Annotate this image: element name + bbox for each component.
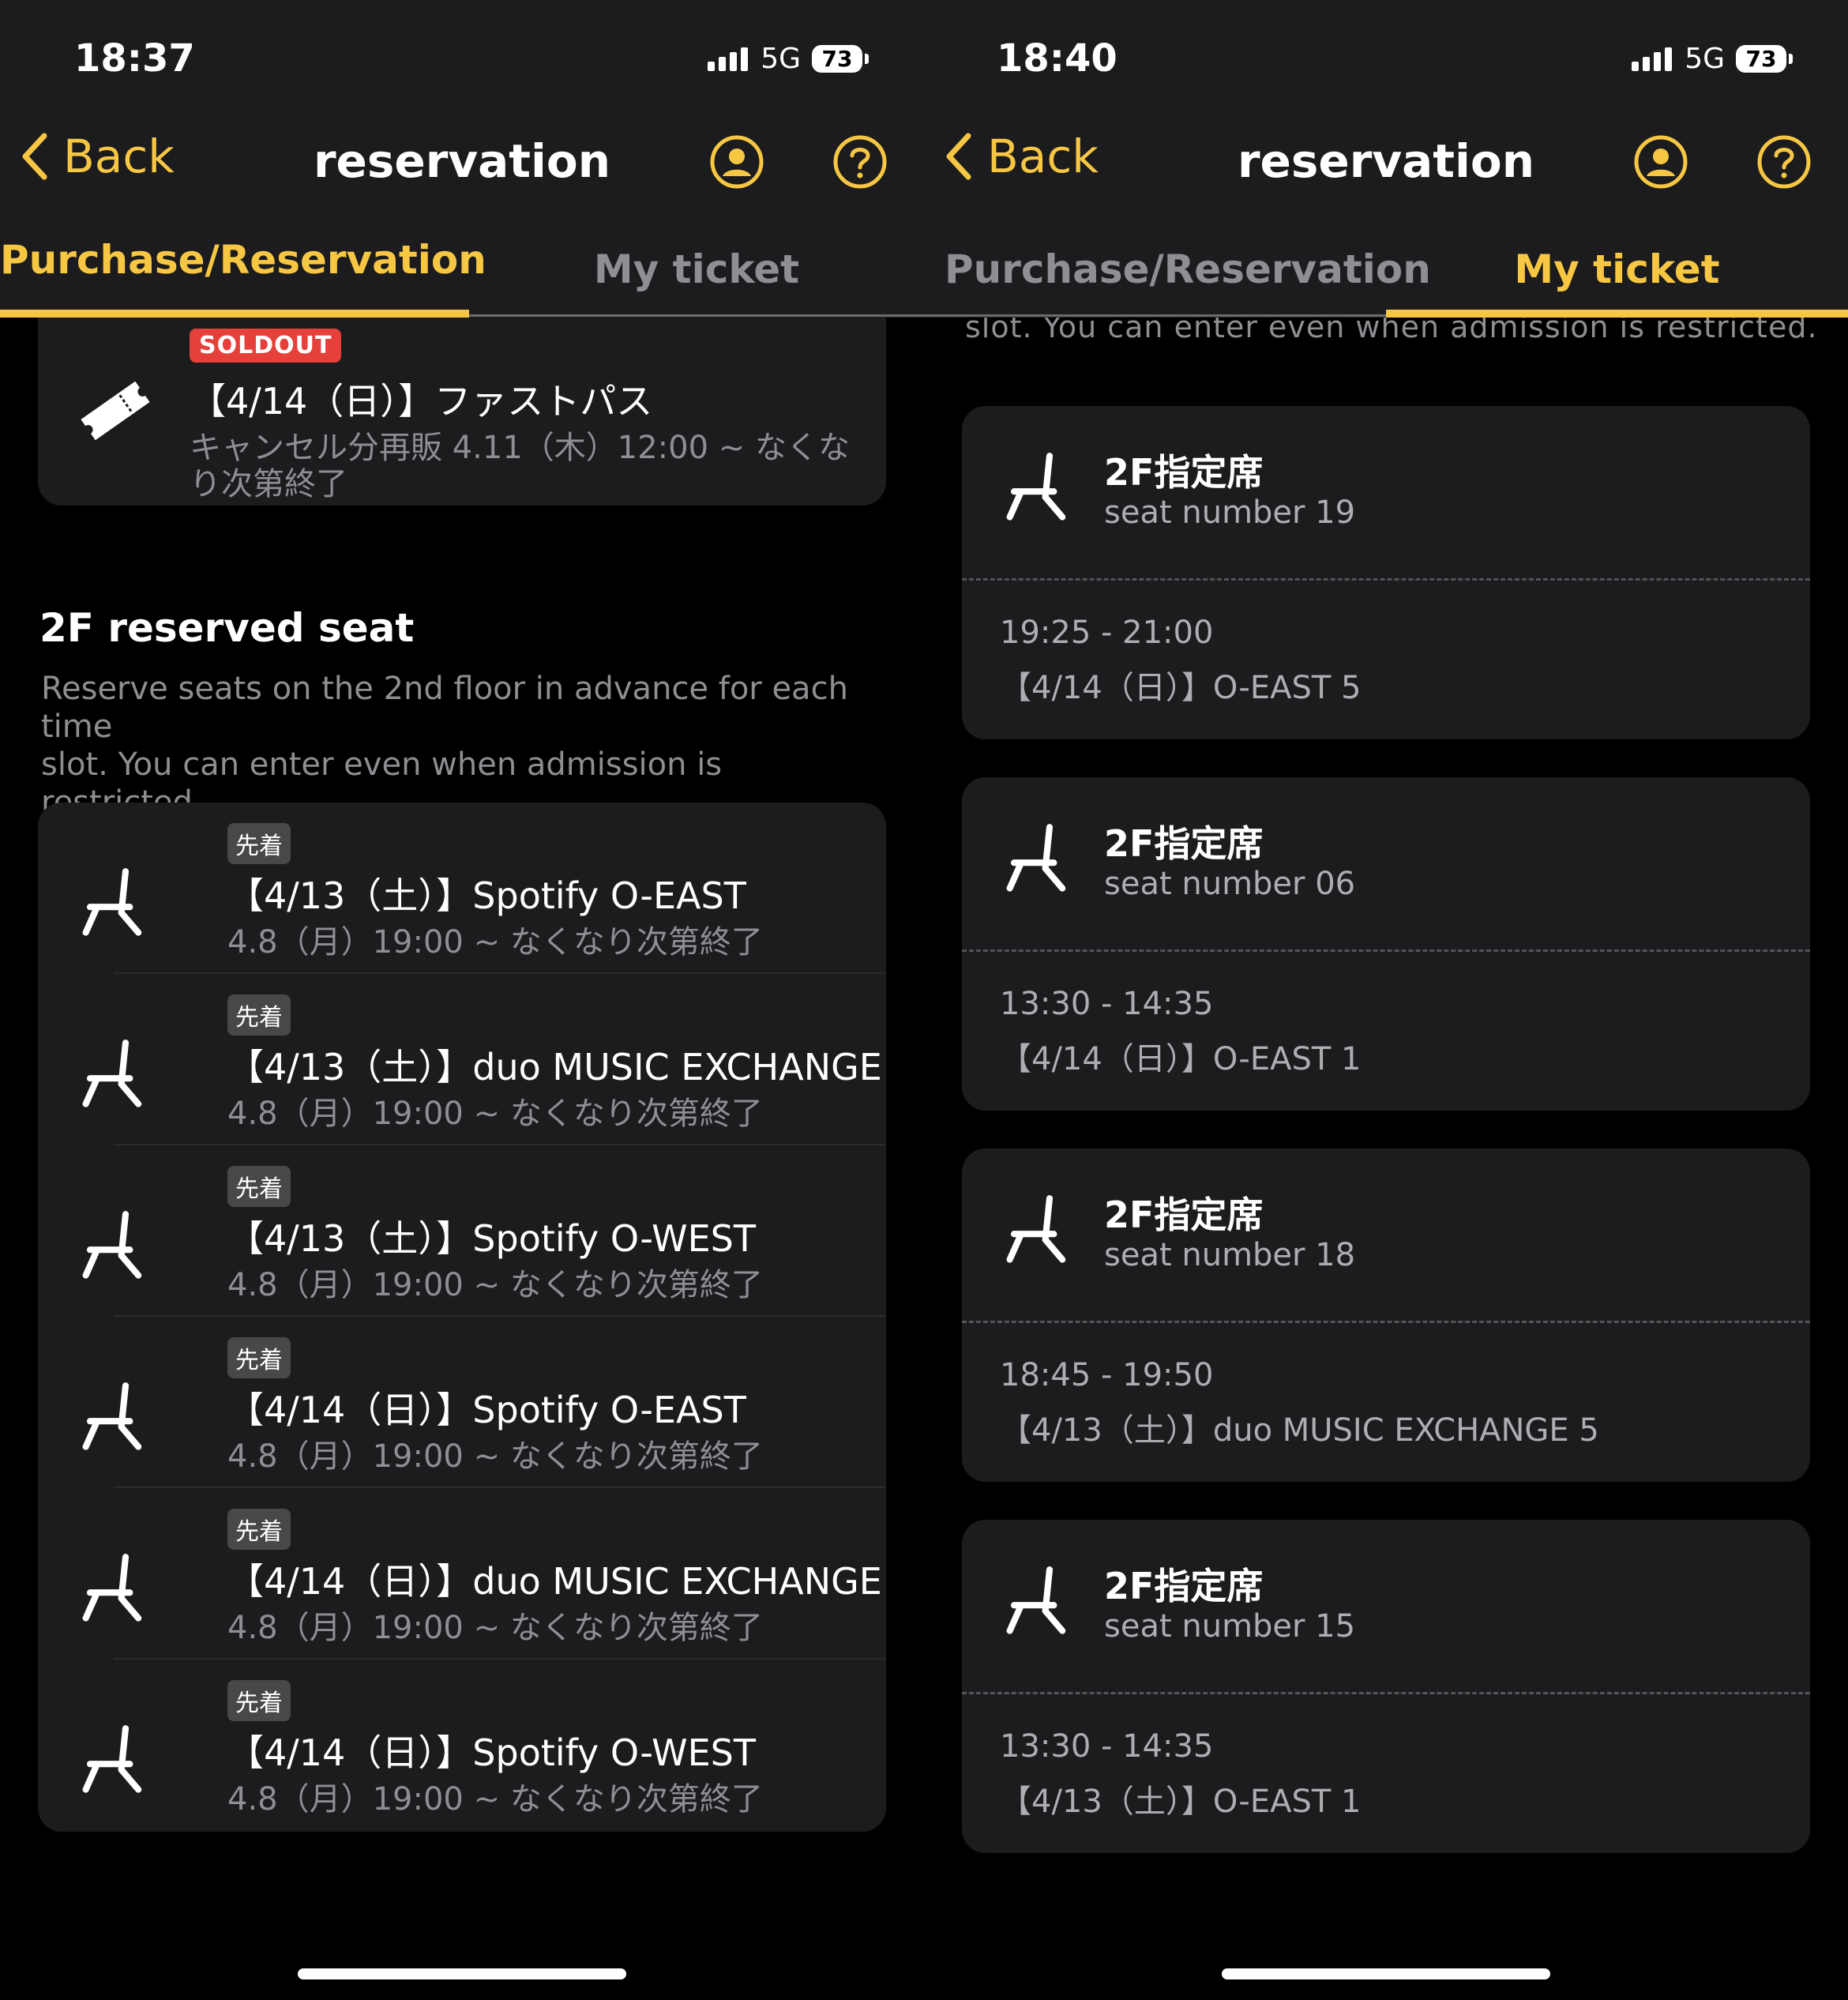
seat-row[interactable]: 先着【4/14（日）】duo MUSIC EXCHANGE 4.8（月）19:00… bbox=[38, 1488, 886, 1660]
status-indicators: 5G 73 bbox=[708, 43, 869, 75]
first-come-tag: 先着 bbox=[227, 994, 291, 1036]
seat-row-sub: 4.8（月）19:00 ~ なくなり次第終了 bbox=[227, 924, 763, 961]
first-come-tag: 先着 bbox=[227, 1509, 291, 1550]
seat-number: seat number 15 bbox=[1104, 1608, 1356, 1645]
ticket-venue: 【4/13（土）】duo MUSIC EXCHANGE 5 bbox=[1000, 1412, 1599, 1449]
back-label: Back bbox=[987, 130, 1099, 183]
reserved-seat-list: 先着 【4/13（土）】Spotify O-EAST 4.8（月）19:00 ~ な… bbox=[38, 803, 886, 1832]
fastpass-title: 【4/14（日）】ファストパス bbox=[190, 380, 653, 423]
chevron-left-icon bbox=[22, 133, 47, 180]
first-come-tag: 先着 bbox=[227, 1166, 291, 1207]
seat-row-sub: 4.8（月）19:00 ~ なくなり次第終了 bbox=[227, 1267, 763, 1303]
ticket-time: 18:45 - 19:50 bbox=[1000, 1357, 1214, 1393]
seat-number: seat number 18 bbox=[1104, 1237, 1356, 1273]
ticket-card[interactable]: 2F指定席 seat number 18 18:45 - 19:50 【4/13（土）… bbox=[962, 1148, 1810, 1482]
chair-icon bbox=[1000, 450, 1071, 521]
account-icon[interactable] bbox=[709, 134, 764, 190]
account-icon[interactable] bbox=[1633, 134, 1688, 190]
signal-icon bbox=[1632, 47, 1673, 71]
seat-number: seat number 06 bbox=[1104, 866, 1356, 902]
ticket-divider bbox=[962, 578, 1810, 581]
seat-row-title: 【4/13（土）】Spotify O-EAST bbox=[227, 874, 746, 917]
seat-row-sub: 4.8（月）19:00 ~ なくなり次第終了 bbox=[227, 1781, 763, 1818]
reservation-screen-purchase: SOLDOUT 【4/14（日）】ファストパス キャンセル分再販 4.11（木）… bbox=[0, 0, 924, 2000]
seat-row[interactable]: 先着【4/13（土）】Spotify O-EAST 4.8（月）19:00 ~ な… bbox=[38, 803, 886, 974]
ticket-venue: 【4/14（日）】O-EAST 1 bbox=[1000, 1041, 1362, 1077]
seat-row-title: 【4/14（日）】duo MUSIC EXCHANGE bbox=[227, 1560, 882, 1603]
battery-icon: 73 bbox=[812, 45, 869, 73]
chair-icon bbox=[76, 1209, 147, 1280]
seat-row[interactable]: 先着【4/13（土）】duo MUSIC EXCHANGE 4.8（月）19:00… bbox=[38, 974, 886, 1145]
ticket-venue: 【4/14（日）】O-EAST 5 bbox=[1000, 670, 1362, 706]
seat-row-title: 【4/14（日）】Spotify O-EAST bbox=[227, 1389, 746, 1431]
chair-icon bbox=[76, 1551, 147, 1622]
ticket-title: 2F指定席 bbox=[1104, 1565, 1264, 1607]
chair-icon bbox=[76, 1380, 147, 1451]
ticket-time: 13:30 - 14:35 bbox=[1000, 1728, 1214, 1765]
ticket-card[interactable]: 2F指定席 seat number 19 19:25 - 21:00 【4/14（日）… bbox=[962, 406, 1810, 739]
ticket-title: 2F指定席 bbox=[1104, 451, 1264, 494]
network-type: 5G bbox=[761, 43, 801, 75]
ticket-title: 2F指定席 bbox=[1104, 1194, 1264, 1236]
chair-icon bbox=[1000, 1193, 1071, 1264]
back-button[interactable]: Back bbox=[945, 130, 1099, 183]
seat-row[interactable]: 先着【4/14（日）】Spotify O-EAST 4.8（月）19:00 ~ な… bbox=[38, 1317, 886, 1488]
back-label: Back bbox=[63, 130, 175, 183]
tab-indicator bbox=[1386, 310, 1848, 318]
section-desc: Reserve seats on the 2nd floor in advanc… bbox=[41, 670, 878, 821]
chair-icon bbox=[76, 866, 147, 937]
first-come-tag: 先着 bbox=[227, 823, 291, 864]
app-header: 18:40 5G 73 Back reservation Purchase/Re… bbox=[924, 0, 1848, 318]
home-indicator bbox=[1222, 1968, 1550, 1979]
tab-indicator bbox=[0, 310, 469, 318]
soldout-badge: SOLDOUT bbox=[190, 329, 342, 363]
ticket-title: 2F指定席 bbox=[1104, 822, 1264, 865]
seat-row-sub: 4.8（月）19:00 ~ なくなり次第終了 bbox=[227, 1438, 763, 1475]
status-indicators: 5G 73 bbox=[1632, 43, 1793, 75]
signal-icon bbox=[708, 47, 749, 71]
chair-icon bbox=[1000, 821, 1071, 893]
ticket-divider bbox=[962, 1692, 1810, 1694]
first-come-tag: 先着 bbox=[227, 1337, 291, 1378]
seat-row-title: 【4/13（土）】Spotify O-WEST bbox=[227, 1217, 756, 1260]
app-header: 18:37 5G 73 Back reservation Purchase/Re… bbox=[0, 0, 924, 318]
battery-icon: 73 bbox=[1736, 45, 1793, 73]
chair-icon bbox=[76, 1723, 147, 1794]
status-time: 18:40 bbox=[997, 36, 1117, 81]
home-indicator bbox=[298, 1968, 626, 1979]
seat-number: seat number 19 bbox=[1104, 494, 1356, 531]
seat-row[interactable]: 先着【4/14（日）】Spotify O-WEST 4.8（月）19:00 ~ な… bbox=[38, 1660, 886, 1831]
seat-row-title: 【4/14（日）】Spotify O-WEST bbox=[227, 1731, 756, 1774]
ticket-divider bbox=[962, 949, 1810, 952]
ticket-icon bbox=[76, 371, 155, 450]
section-title: 2F reserved seat bbox=[39, 605, 415, 651]
section-desc-line1: Reserve seats on the 2nd floor in advanc… bbox=[41, 671, 848, 745]
tab-my-ticket[interactable]: My ticket bbox=[469, 246, 924, 292]
tab-my-ticket[interactable]: My ticket bbox=[1386, 246, 1848, 292]
first-come-tag: 先着 bbox=[227, 1680, 291, 1721]
network-type: 5G bbox=[1685, 43, 1725, 75]
ticket-divider bbox=[962, 1321, 1810, 1323]
seat-row-sub: 4.8（月）19:00 ~ なくなり次第終了 bbox=[227, 1610, 763, 1646]
battery-level: 73 bbox=[812, 45, 862, 73]
seat-row-title: 【4/13（土）】duo MUSIC EXCHANGE bbox=[227, 1046, 882, 1088]
tab-purchase-reservation[interactable]: Purchase/Reservation bbox=[0, 237, 486, 283]
fastpass-sub-line2: り次第終了 bbox=[190, 466, 347, 502]
chevron-left-icon bbox=[946, 133, 971, 180]
ticket-venue: 【4/13（土）】O-EAST 1 bbox=[1000, 1784, 1362, 1820]
chair-icon bbox=[1000, 1564, 1071, 1635]
seat-row-sub: 4.8（月）19:00 ~ なくなり次第終了 bbox=[227, 1096, 763, 1132]
ticket-time: 13:30 - 14:35 bbox=[1000, 986, 1214, 1022]
back-button[interactable]: Back bbox=[21, 130, 175, 183]
help-icon[interactable] bbox=[832, 134, 888, 190]
help-icon[interactable] bbox=[1756, 134, 1812, 190]
status-time: 18:37 bbox=[74, 36, 195, 81]
ticket-card[interactable]: 2F指定席 seat number 15 13:30 - 14:35 【4/13（土）… bbox=[962, 1520, 1810, 1853]
seat-row[interactable]: 先着【4/13（土）】Spotify O-WEST 4.8（月）19:00 ~ な… bbox=[38, 1145, 886, 1317]
chair-icon bbox=[76, 1037, 147, 1108]
reservation-screen-my-ticket: slot. You can enter even when admission … bbox=[924, 0, 1848, 2000]
ticket-time: 19:25 - 21:00 bbox=[1000, 615, 1214, 651]
battery-level: 73 bbox=[1736, 45, 1786, 73]
ticket-card[interactable]: 2F指定席 seat number 06 13:30 - 14:35 【4/14（日）… bbox=[962, 777, 1810, 1111]
